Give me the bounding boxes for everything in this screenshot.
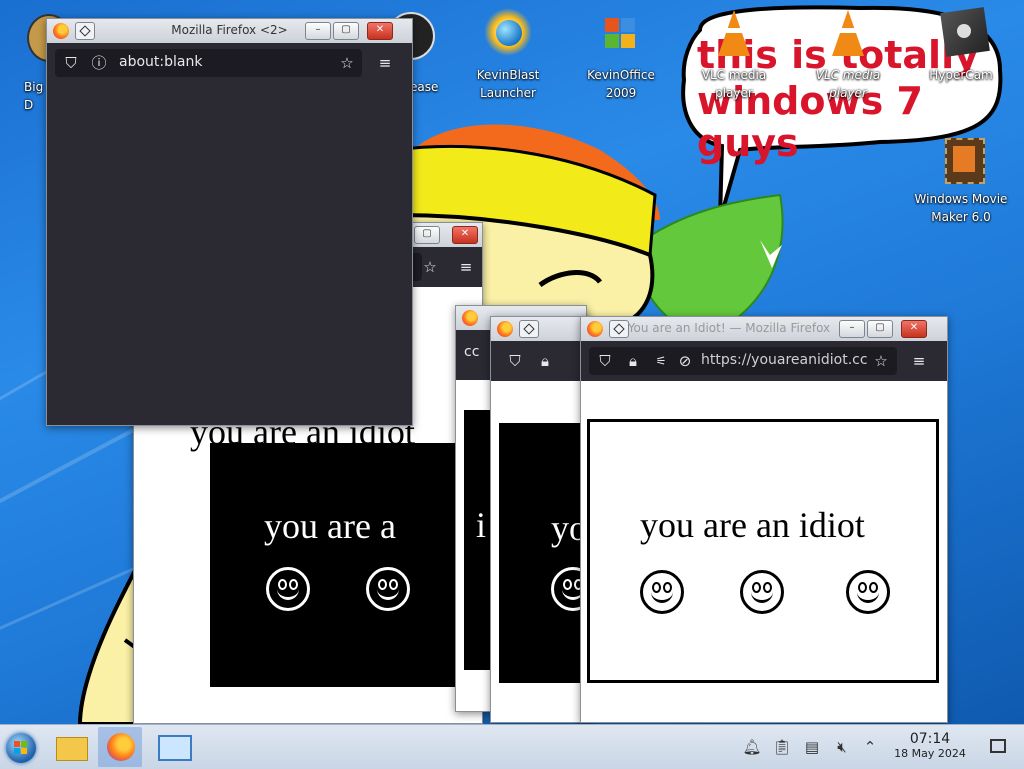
firefox-icon xyxy=(462,310,478,326)
browser-toolbar: ⛉ ⓘ about:blank ☆ ≡ xyxy=(47,43,412,83)
taskbar-remote[interactable] xyxy=(150,727,194,767)
idiot-text-inverted: you are a xyxy=(264,506,396,546)
desktop-icon-vlc2[interactable]: VLC media player xyxy=(800,8,896,102)
desktop-icon-kevinblast[interactable]: KevinBlast Launcher xyxy=(460,8,556,102)
idiot-text-partial: i xyxy=(476,505,487,545)
minimize-button[interactable]: – xyxy=(305,22,331,40)
vlc-cone-icon xyxy=(820,8,876,64)
clock-date: 18 May 2024 xyxy=(894,747,966,760)
lock-icon: 🔒︎ xyxy=(541,352,549,370)
desktop-icon-label: VLC media player xyxy=(701,68,767,100)
office-suite-icon xyxy=(593,8,649,64)
vlc-cone-icon xyxy=(706,8,762,64)
tab-fragment: cc xyxy=(464,344,480,360)
lock-icon[interactable]: 🔒︎ xyxy=(623,347,643,375)
film-strip-icon xyxy=(933,132,989,188)
windows-start-icon xyxy=(6,733,36,763)
browser-toolbar: ⛉ 🔒︎ xyxy=(491,341,591,381)
window-titlebar[interactable] xyxy=(491,317,591,341)
clipboard-icon[interactable]: 📋︎ xyxy=(772,737,792,757)
url-text: https://youareanidiot.cc xyxy=(701,352,867,368)
window-titlebar[interactable]: Mozilla Firefox <2> – ▢ ✕ xyxy=(47,19,412,43)
volume-muted-icon[interactable]: 🔇︎ xyxy=(832,737,852,757)
firefox-icon xyxy=(497,321,513,337)
shield-icon[interactable]: ⛉ xyxy=(505,347,525,375)
blank-page[interactable] xyxy=(53,87,406,419)
globe-launcher-icon xyxy=(480,8,536,64)
folder-icon xyxy=(56,737,88,761)
desktop-icon-label: Windows Movie Maker 6.0 xyxy=(914,192,1008,224)
smiley-icon xyxy=(400,477,444,521)
close-button[interactable]: ✕ xyxy=(901,320,927,338)
desktop-icon-label: VLC media player xyxy=(815,68,881,100)
browser-window-idiot-front[interactable]: You are an Idiot! — Mozilla Firefox – ▢ … xyxy=(580,316,948,723)
url-bar[interactable]: ⛉ ⓘ about:blank ☆ xyxy=(55,49,362,77)
close-button[interactable]: ✕ xyxy=(367,22,393,40)
maximize-button[interactable]: ▢ xyxy=(867,320,893,338)
taskbar-files[interactable] xyxy=(50,727,94,767)
desktop-icon-moviemaker[interactable]: Windows Movie Maker 6.0 xyxy=(913,132,1009,226)
smiley-icon xyxy=(640,570,684,614)
desktop-icon-label: Big D xyxy=(24,80,44,112)
pin-button[interactable] xyxy=(519,320,539,338)
desktop-icon-vlc1[interactable]: VLC media player xyxy=(686,8,782,102)
url-text: about:blank xyxy=(119,54,203,70)
desktop-icon-hypercam[interactable]: HyperCam xyxy=(913,7,1009,84)
shield-icon[interactable]: ⛉ xyxy=(61,49,81,77)
idiot-heading: you are an idiot xyxy=(640,505,865,545)
page-black-block xyxy=(499,423,591,683)
page-content: you are an idiot xyxy=(581,381,947,722)
info-icon[interactable]: ⓘ xyxy=(89,49,109,77)
storage-icon[interactable]: ▤ xyxy=(802,737,822,757)
remote-desktop-icon xyxy=(158,735,192,761)
desktop-icon-label: ease xyxy=(410,80,439,94)
desktop-icon-kevinoffice[interactable]: KevinOffice 2009 xyxy=(573,8,669,102)
bookmark-star-icon[interactable]: ☆ xyxy=(420,253,440,281)
firefox-icon xyxy=(107,733,135,761)
smiley-icon xyxy=(266,567,310,611)
smiley-icon xyxy=(846,570,890,614)
smiley-icon xyxy=(740,570,784,614)
maximize-button[interactable]: ▢ xyxy=(414,226,440,244)
menu-icon[interactable]: ≡ xyxy=(456,253,476,281)
idiot-frame: you are an idiot xyxy=(587,419,939,683)
menu-icon[interactable]: ≡ xyxy=(909,347,929,375)
browser-toolbar: ⛉ 🔒︎ ⚟ ⊘ https://youareanidiot.cc ☆ ≡ xyxy=(581,341,947,381)
close-button[interactable]: ✕ xyxy=(452,226,478,244)
desktop-icon-label: KevinBlast Launcher xyxy=(476,68,540,100)
minimize-button[interactable]: – xyxy=(839,320,865,338)
url-bar[interactable]: ⛉ 🔒︎ ⚟ ⊘ https://youareanidiot.cc ☆ xyxy=(589,347,897,375)
clock[interactable]: 07:14 18 May 2024 xyxy=(884,731,976,761)
start-button[interactable] xyxy=(0,727,44,767)
window-title: You are an Idiot! — Mozilla Firefox xyxy=(627,321,831,335)
window-titlebar[interactable]: You are an Idiot! — Mozilla Firefox – ▢ … xyxy=(581,317,947,341)
smiley-icon xyxy=(366,567,410,611)
notifications-icon[interactable]: 🔔︎ xyxy=(742,737,762,757)
browser-window-blank[interactable]: Mozilla Firefox <2> – ▢ ✕ ⛉ ⓘ about:blan… xyxy=(46,18,413,426)
page-content: yo xyxy=(491,381,591,722)
browser-window-idiot-back-3[interactable]: ⛉ 🔒︎ yo xyxy=(490,316,592,723)
show-hidden-chevron-icon[interactable]: ⌃ xyxy=(860,737,880,757)
permissions-icon[interactable]: ⚟ xyxy=(651,347,671,375)
clock-time: 07:14 xyxy=(909,731,951,747)
shield-icon[interactable]: ⛉ xyxy=(595,347,615,375)
bookmark-star-icon[interactable]: ☆ xyxy=(871,347,891,375)
desktop: this is totally windows 7 guys Big D eas… xyxy=(0,0,1024,724)
show-desktop-icon[interactable] xyxy=(990,739,1006,753)
tracking-blocked-icon[interactable]: ⊘ xyxy=(675,347,695,375)
menu-icon[interactable]: ≡ xyxy=(375,49,395,77)
bookmark-star-icon[interactable]: ☆ xyxy=(337,49,357,77)
maximize-button[interactable]: ▢ xyxy=(333,22,359,40)
firefox-icon xyxy=(587,321,603,337)
camera-icon xyxy=(933,7,990,64)
taskbar: 🔔︎ 📋︎ ▤ 🔇︎ ⌃ 07:14 18 May 2024 xyxy=(0,724,1024,769)
desktop-icon-label: HyperCam xyxy=(929,68,993,82)
taskbar-firefox[interactable] xyxy=(98,727,142,767)
desktop-icon-label: KevinOffice 2009 xyxy=(587,68,655,100)
